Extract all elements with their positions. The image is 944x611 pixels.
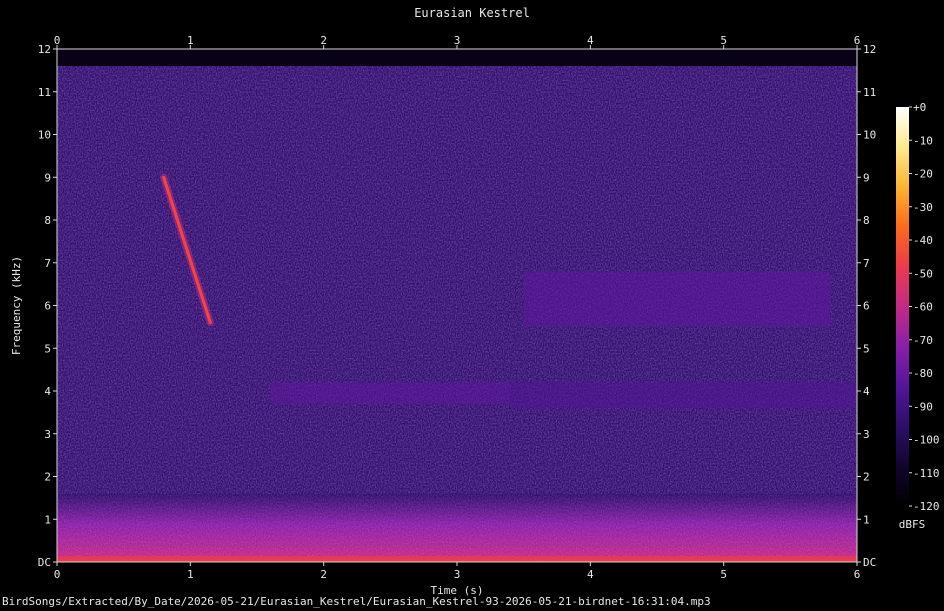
y-tick-label: 1 bbox=[44, 513, 51, 526]
colorbar-tick-label: -90 bbox=[913, 400, 933, 413]
x-tick-label-top: 6 bbox=[854, 34, 861, 47]
energy-band-2 bbox=[270, 382, 511, 404]
spectrogram-chart: 00112233445566DC DC1 12 23 34 45 56 67 78 89 910 10… bbox=[10, 34, 940, 597]
colorbar-tick-label: -60 bbox=[913, 301, 933, 314]
y-tick-label: 5 bbox=[44, 342, 51, 355]
y-tick-label: 8 bbox=[44, 214, 51, 227]
y-tick-label: 6 bbox=[44, 300, 51, 313]
x-tick-label: 2 bbox=[320, 568, 327, 581]
y-tick-label-right: 3 bbox=[863, 428, 870, 441]
y-tick-label: 11 bbox=[38, 86, 51, 99]
y-tick-label-right: 2 bbox=[863, 471, 870, 484]
x-tick-label: 4 bbox=[587, 568, 594, 581]
colorbar-tick-label: -50 bbox=[913, 267, 933, 280]
x-tick-label: 6 bbox=[854, 568, 861, 581]
colorbar-tick-label: -110 bbox=[913, 467, 940, 480]
x-tick-label-top: 0 bbox=[54, 34, 61, 47]
y-tick-label: 2 bbox=[44, 471, 51, 484]
energy-band-4 bbox=[510, 382, 857, 409]
x-tick-label: 1 bbox=[187, 568, 194, 581]
dc-line bbox=[57, 556, 857, 562]
spectrogram-plot bbox=[57, 49, 857, 562]
y-tick-label-right: 4 bbox=[863, 385, 870, 398]
y-tick-label-right: 5 bbox=[863, 342, 870, 355]
y-tick-label-right: 11 bbox=[863, 86, 876, 99]
x-tick-label-top: 2 bbox=[320, 34, 327, 47]
y-tick-label-right: 8 bbox=[863, 214, 870, 227]
x-tick-label-top: 1 bbox=[187, 34, 194, 47]
y-axis-label: Frequency (kHz) bbox=[10, 256, 23, 355]
colorbar-tick-label: +0 bbox=[913, 101, 926, 114]
colorbar-tick-label: -120 bbox=[913, 500, 940, 513]
colorbar-label: dBFS bbox=[899, 518, 926, 531]
y-tick-label: DC bbox=[38, 556, 51, 569]
colorbar-tick-label: -40 bbox=[913, 234, 933, 247]
x-tick-label: 0 bbox=[54, 568, 61, 581]
file-path: BirdSongs/Extracted/By_Date/2026-05-21/E… bbox=[2, 595, 711, 608]
x-tick-label: 3 bbox=[454, 568, 461, 581]
y-tick-label: 10 bbox=[38, 129, 51, 142]
y-tick-label-right: 7 bbox=[863, 257, 870, 270]
colorbar-tick-label: -10 bbox=[913, 134, 933, 147]
y-tick-label: 9 bbox=[44, 171, 51, 184]
colorbar-tick-label: -80 bbox=[913, 367, 933, 380]
y-tick-label-right: 9 bbox=[863, 171, 870, 184]
y-tick-label-right: 1 bbox=[863, 513, 870, 526]
x-tick-label-top: 5 bbox=[720, 34, 727, 47]
y-tick-label-right: 6 bbox=[863, 300, 870, 313]
y-tick-label-right: DC bbox=[863, 556, 876, 569]
colorbar-tick-label: -20 bbox=[913, 168, 933, 181]
y-tick-label-right: 12 bbox=[863, 43, 876, 56]
y-tick-label: 7 bbox=[44, 257, 51, 270]
x-tick-label: 5 bbox=[720, 568, 727, 581]
y-tick-label-right: 10 bbox=[863, 129, 876, 142]
x-tick-label-top: 4 bbox=[587, 34, 594, 47]
y-tick-label: 12 bbox=[38, 43, 51, 56]
energy-band-3 bbox=[523, 271, 831, 327]
colorbar-tick-label: -30 bbox=[913, 201, 933, 214]
y-tick-label: 4 bbox=[44, 385, 51, 398]
low-band-texture bbox=[57, 493, 857, 562]
colorbar-tick-label: -70 bbox=[913, 334, 933, 347]
colorbar: +0 -10 -20 -30 -40 -50 -60 -70 -80 -90 -100 -110 -12… bbox=[896, 101, 940, 531]
colorbar-tick-label: -100 bbox=[913, 434, 940, 447]
x-tick-label-top: 3 bbox=[454, 34, 461, 47]
y-tick-label: 3 bbox=[44, 428, 51, 441]
colorbar-gradient bbox=[896, 107, 909, 506]
